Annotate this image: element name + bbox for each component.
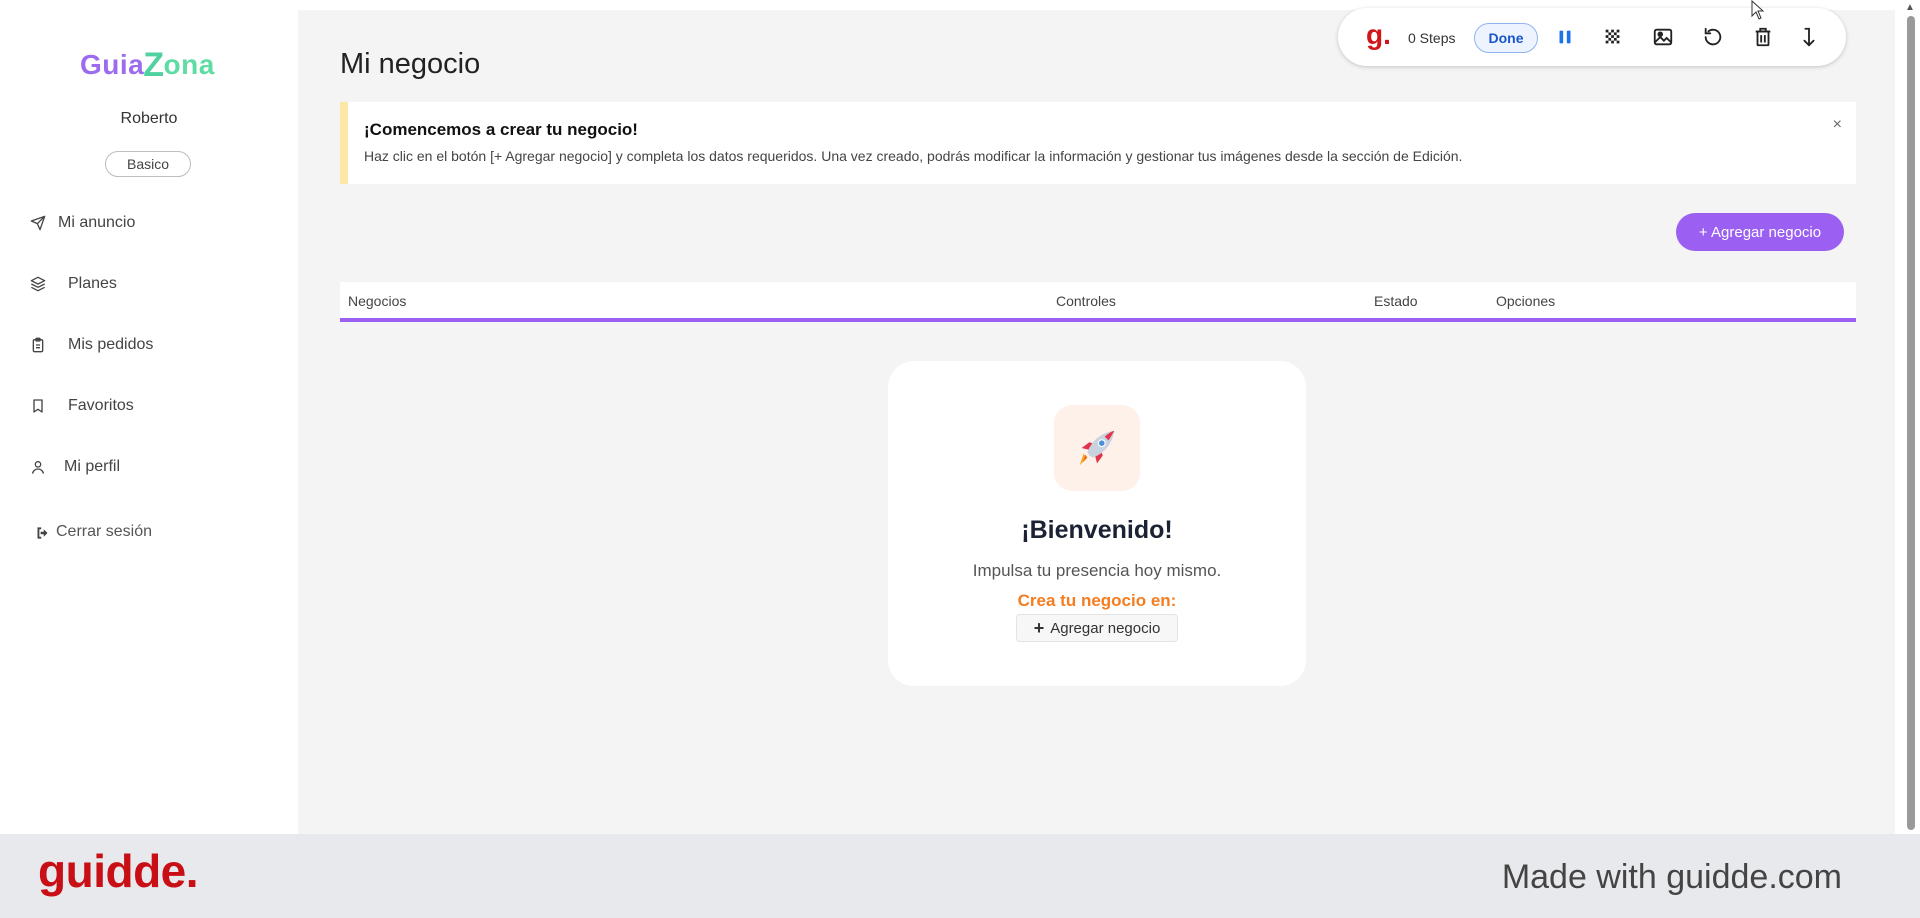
trash-icon[interactable] <box>1752 26 1774 48</box>
scroll-up-icon[interactable]: ▲ <box>1905 2 1915 13</box>
pause-icon[interactable] <box>1554 26 1576 48</box>
welcome-subtitle: Impulsa tu presencia hoy mismo. <box>972 561 1222 580</box>
mouse-cursor-icon <box>1751 0 1765 25</box>
sidebar-item-mi-perfil[interactable]: Mi perfil <box>30 458 120 476</box>
guidde-footer-logo: guidde. <box>38 845 199 897</box>
welcome-cta: Crea tu negocio en: <box>1017 591 1177 610</box>
welcome-button-label: Agregar negocio <box>1050 619 1161 637</box>
sidebar-item-label: Mi perfil <box>64 458 121 475</box>
sidebar-item-mi-anuncio[interactable]: Mi anuncio <box>30 214 135 232</box>
done-button[interactable]: Done <box>1474 23 1538 53</box>
guidde-logo-icon: g. <box>1366 19 1391 50</box>
image-icon[interactable] <box>1652 26 1674 48</box>
collapse-arrow-icon[interactable] <box>1798 26 1820 48</box>
column-header-estado: Estado <box>1374 293 1418 309</box>
recorder-toolbar: g. 0 Steps Done <box>1338 8 1846 66</box>
notice-text: Haz clic en el botón [+ Agregar negocio]… <box>364 148 1463 164</box>
blur-icon[interactable] <box>1602 26 1624 48</box>
plan-badge: Basico <box>105 151 191 177</box>
brand-logo[interactable]: GuiaZona <box>80 44 215 84</box>
sidebar-item-favoritos[interactable]: Favoritos <box>30 397 134 415</box>
steps-count: 0 Steps <box>1408 30 1456 46</box>
plus-icon: + <box>1033 617 1045 638</box>
welcome-add-business-button[interactable]: + Agregar negocio <box>1016 614 1178 642</box>
guidde-footer: guidde. Made with guidde.com <box>0 834 1920 918</box>
welcome-title: ¡Bienvenido! <box>1021 516 1173 544</box>
undo-icon[interactable] <box>1702 26 1724 48</box>
sidebar: GuiaZona Roberto Basico Mi anuncio Plane… <box>0 0 298 834</box>
sidebar-item-planes[interactable]: Planes <box>30 275 117 293</box>
sidebar-item-label: Favoritos <box>68 397 134 414</box>
column-header-opciones: Opciones <box>1496 293 1556 309</box>
rocket-icon <box>1054 405 1140 491</box>
sidebar-item-label: Planes <box>68 275 117 292</box>
column-header-negocios: Negocios <box>348 293 407 309</box>
user-icon <box>30 459 46 475</box>
made-with-text: Made with guidde.com <box>1501 858 1842 896</box>
logout-button[interactable]: Cerrar sesión <box>35 523 152 541</box>
main-content: Mi negocio ¡Comencemos a crear tu negoci… <box>298 10 1895 834</box>
page-title: Mi negocio <box>340 48 481 80</box>
sidebar-item-label: Mis pedidos <box>68 336 154 353</box>
send-icon <box>30 215 46 231</box>
info-notice: ¡Comencemos a crear tu negocio! Haz clic… <box>340 102 1856 184</box>
sidebar-item-mis-pedidos[interactable]: Mis pedidos <box>30 336 153 354</box>
scrollbar-thumb[interactable] <box>1907 16 1915 830</box>
logout-label: Cerrar sesión <box>56 523 153 540</box>
column-header-controles: Controles <box>1056 293 1116 309</box>
close-icon[interactable]: × <box>1833 116 1842 134</box>
table-header: Negocios Controles Estado Opciones <box>340 282 1856 322</box>
welcome-card: ¡Bienvenido! Impulsa tu presencia hoy mi… <box>888 361 1306 686</box>
add-business-button[interactable]: + Agregar negocio <box>1676 213 1844 251</box>
bookmark-icon <box>30 398 46 414</box>
sidebar-item-label: Mi anuncio <box>58 214 136 231</box>
clipboard-icon <box>30 337 46 353</box>
layers-icon <box>30 276 46 292</box>
logout-icon <box>35 525 50 540</box>
page-scrollbar[interactable]: ▲ <box>1900 0 1920 834</box>
user-name: Roberto <box>120 110 178 127</box>
notice-title: ¡Comencemos a crear tu negocio! <box>364 120 638 139</box>
